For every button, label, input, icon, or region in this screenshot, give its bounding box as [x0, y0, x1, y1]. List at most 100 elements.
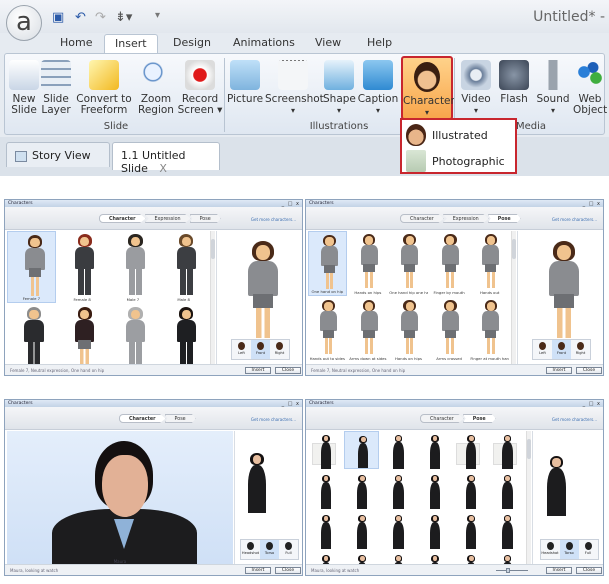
pose-thumbnail[interactable]	[417, 471, 451, 509]
character-thumbnail[interactable]: Female 8	[58, 231, 107, 303]
character-thumbnail[interactable]: Female 7	[7, 231, 56, 303]
ribbon-button-screenshot[interactable]: Screenshot ▾	[265, 56, 324, 120]
ribbon-button-web-object[interactable]: Web Object	[573, 56, 607, 120]
character-thumbnail[interactable]	[7, 304, 56, 365]
grid-scrollbar[interactable]	[210, 231, 215, 365]
ribbon-button-character[interactable]: Character ▾	[401, 56, 455, 120]
undo-icon[interactable]: ↶	[75, 10, 86, 25]
menu-item-photographic[interactable]: Photographic	[406, 149, 514, 173]
scrollbar-thumb[interactable]	[527, 439, 531, 459]
pose-thumbnail[interactable]	[490, 471, 524, 509]
character-thumbnail[interactable]: Finger by mouth	[430, 231, 469, 296]
tab-insert[interactable]: Insert	[104, 34, 158, 54]
get-more-characters-link[interactable]: Get more characters...	[251, 417, 296, 422]
character-thumbnail[interactable]: Hands out	[470, 231, 509, 296]
step-expression[interactable]: Expression	[442, 214, 489, 223]
character-thumbnail[interactable]	[109, 304, 158, 365]
tab-story-view[interactable]: Story View	[6, 142, 110, 167]
ribbon-button-shape[interactable]: Shape ▾	[323, 56, 356, 120]
view-right[interactable]: Right	[270, 340, 289, 359]
ribbon-button-flash[interactable]: Flash	[497, 56, 531, 120]
view-headshot[interactable]: Headshot	[541, 540, 560, 559]
pose-thumbnail[interactable]	[308, 551, 342, 565]
get-more-characters-link[interactable]: Get more characters...	[552, 417, 597, 422]
tab-help[interactable]: Help	[357, 34, 402, 53]
character-thumbnail[interactable]: Finger at mouth hand o...	[470, 297, 509, 362]
view-full[interactable]: Full	[279, 540, 298, 559]
pose-thumbnail[interactable]	[417, 431, 451, 469]
pose-thumbnail[interactable]	[453, 511, 487, 549]
ribbon-button-new-slide[interactable]: New Slide	[9, 56, 39, 120]
view-right[interactable]: Right	[571, 340, 590, 359]
tab-home[interactable]: Home	[50, 34, 102, 53]
pose-thumbnail[interactable]	[490, 551, 524, 565]
close-button[interactable]: Close	[275, 567, 301, 574]
ribbon-button-video[interactable]: Video ▾	[457, 56, 495, 120]
character-thumbnail[interactable]: Hands on hips	[349, 231, 388, 296]
view-full[interactable]: Full	[579, 540, 598, 559]
pose-thumbnail[interactable]	[453, 431, 487, 469]
step-expression[interactable]: Expression	[144, 214, 191, 223]
close-button[interactable]: Close	[576, 567, 602, 574]
menu-item-illustrated[interactable]: Illustrated	[406, 123, 514, 147]
tab-view[interactable]: View	[305, 34, 351, 53]
pose-thumbnail[interactable]	[453, 551, 487, 565]
character-thumbnail[interactable]: One hand hip one han...	[389, 231, 428, 296]
view-front[interactable]: Front	[552, 340, 571, 359]
ribbon-button-caption[interactable]: Caption ▾	[357, 56, 399, 120]
view-headshot[interactable]: Headshot	[241, 540, 260, 559]
ribbon-button-sound[interactable]: Sound ▾	[533, 56, 573, 120]
zoom-slider[interactable]	[492, 568, 532, 573]
insert-button[interactable]: Insert	[245, 567, 271, 574]
pose-thumbnail[interactable]	[381, 431, 415, 469]
character-thumbnail[interactable]: Male 8	[159, 231, 208, 303]
pose-thumbnail[interactable]	[344, 551, 378, 565]
pose-thumbnail[interactable]	[308, 471, 342, 509]
tab-design[interactable]: Design	[163, 34, 221, 53]
character-thumbnail[interactable]: Male 7	[109, 231, 158, 303]
close-button[interactable]: Close	[275, 367, 301, 374]
ribbon-button-slide-layer[interactable]: Slide Layer	[41, 56, 71, 120]
window-controls[interactable]: _ □ x	[282, 201, 300, 207]
character-thumbnail[interactable]	[58, 304, 107, 365]
close-button[interactable]: Close	[576, 367, 602, 374]
tab-untitled-slide[interactable]: 1.1 Untitled Slide X	[112, 142, 220, 175]
insert-button[interactable]: Insert	[245, 367, 271, 374]
view-left[interactable]: Left	[533, 340, 552, 359]
character-thumbnail[interactable]: Hands on hips	[389, 297, 428, 362]
pose-thumbnail[interactable]	[308, 431, 342, 469]
view-torso[interactable]: Torso	[559, 540, 579, 559]
customize-toolbar-icon[interactable]: ▾	[155, 10, 160, 21]
pose-thumbnail[interactable]	[417, 511, 451, 549]
grid-scrollbar[interactable]	[526, 431, 531, 565]
step-pose[interactable]: Pose	[487, 214, 521, 223]
preview-icon[interactable]: ⇟▾	[115, 10, 132, 25]
pose-thumbnail[interactable]	[381, 551, 415, 565]
pose-thumbnail[interactable]	[308, 511, 342, 549]
view-left[interactable]: Left	[232, 340, 251, 359]
pose-thumbnail[interactable]	[381, 471, 415, 509]
window-controls[interactable]: _ □ x	[282, 401, 300, 407]
view-torso[interactable]: Torso	[260, 540, 279, 559]
character-thumbnail[interactable]: One hand on hip	[308, 231, 347, 296]
ribbon-button-convert-freeform[interactable]: Convert to Freeform	[73, 56, 135, 120]
step-pose[interactable]: Pose	[164, 414, 196, 423]
character-thumbnail[interactable]	[159, 304, 208, 365]
window-controls[interactable]: _ □ x	[583, 201, 601, 207]
slider-handle[interactable]	[506, 568, 510, 573]
character-thumbnail[interactable]: Arms down at sides	[349, 297, 388, 362]
save-icon[interactable]: ▣	[52, 10, 64, 25]
close-tab-icon[interactable]: X	[159, 162, 167, 175]
character-thumbnail[interactable]: Hands out to sides	[308, 297, 347, 362]
ribbon-button-picture[interactable]: Picture	[227, 56, 263, 120]
view-front[interactable]: Front	[251, 340, 270, 359]
get-more-characters-link[interactable]: Get more characters...	[552, 217, 597, 222]
pose-thumbnail[interactable]	[344, 471, 378, 509]
pose-thumbnail[interactable]	[490, 431, 524, 469]
ribbon-button-zoom-region[interactable]: Zoom Region	[137, 56, 175, 120]
insert-button[interactable]: Insert	[546, 567, 572, 574]
window-controls[interactable]: _ □ x	[583, 401, 601, 407]
character-thumbnail[interactable]: Arms crossed	[430, 297, 469, 362]
step-character[interactable]: Character	[99, 214, 146, 223]
grid-scrollbar[interactable]	[511, 231, 516, 365]
